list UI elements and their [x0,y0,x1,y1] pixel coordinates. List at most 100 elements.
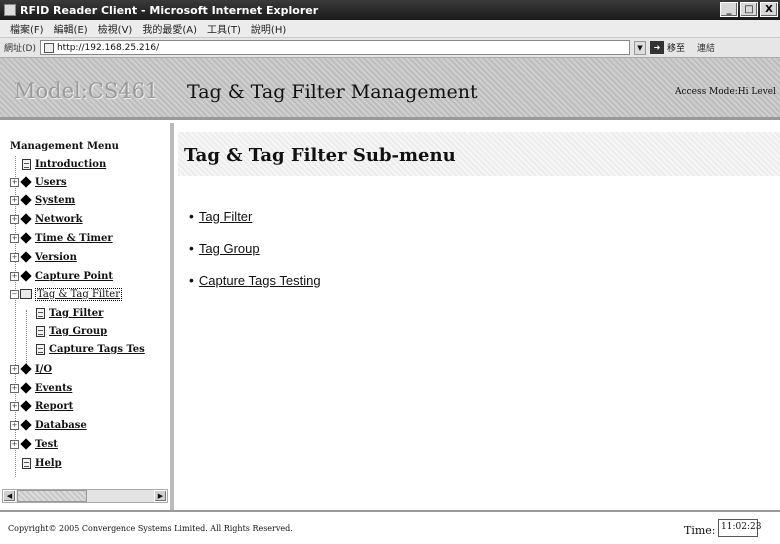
sidebar-item-users[interactable]: + Users [10,174,67,190]
browser-menubar: 檔案(F) 編輯(E) 檢視(V) 我的最愛(A) 工具(T) 說明(H) [0,20,780,38]
diamond-icon [20,213,32,225]
sidebar-item-label[interactable]: Capture Point [35,271,113,282]
expand-icon[interactable]: + [10,420,19,430]
expand-icon[interactable]: + [10,401,19,411]
sidebar-item-label[interactable]: Tag Filter [49,308,103,319]
diamond-icon [20,251,32,263]
sidebar-item-label[interactable]: Introduction [35,159,106,170]
address-bar: 網址(D) http://192.168.25.216/ ▼ ➜ 移至 連結 [0,38,780,58]
folder-open-icon [20,289,32,299]
sidebar-item-tag-filter[interactable]: Tag Filter [36,305,103,321]
main-content: Tag & Tag Filter Sub-menu • Tag Filter •… [178,123,780,510]
model-label: Model:CS461 [14,79,159,103]
menu-view[interactable]: 檢視(V) [98,21,133,36]
scroll-right-icon[interactable]: ▶ [154,490,167,502]
sidebar-item-label[interactable]: Test [35,439,58,450]
address-input[interactable]: http://192.168.25.216/ [39,40,630,55]
expand-icon[interactable]: + [10,383,19,393]
maximize-button[interactable]: □ [740,2,758,17]
capture-tags-testing-link[interactable]: Capture Tags Testing [199,273,321,288]
sidebar-item-introduction[interactable]: Introduction [22,156,106,172]
page-header: Model:CS461 Tag & Tag Filter Management … [0,58,780,120]
go-arrow-icon: ➜ [649,41,664,54]
expand-icon[interactable]: + [10,439,19,449]
minimize-button[interactable]: _ [720,2,738,17]
tag-group-link[interactable]: Tag Group [199,241,260,256]
page-footer: Copyright© 2005 Convergence Systems Limi… [0,510,780,544]
sidebar-item-label[interactable]: Version [35,252,77,263]
time-label: Time: [684,524,716,537]
menu-edit[interactable]: 編輯(E) [54,21,88,36]
sidebar-item-label[interactable]: I/O [35,364,52,375]
sidebar-item-system[interactable]: + System [10,192,75,208]
expand-icon[interactable]: + [10,233,19,243]
sidebar-horizontal-scrollbar[interactable]: ◀ ▶ [2,489,168,503]
diamond-icon [20,232,32,244]
document-icon [36,343,45,355]
sidebar-item-io[interactable]: + I/O [10,361,52,377]
sidebar-item-network[interactable]: + Network [10,211,83,227]
access-mode-label: Access Mode:Hi Level [675,87,776,97]
tag-filter-link[interactable]: Tag Filter [199,209,252,224]
window-title: RFID Reader Client - Microsoft Internet … [20,3,319,17]
sidebar-item-version[interactable]: + Version [10,249,77,265]
expand-icon[interactable]: + [10,271,19,281]
document-icon [22,158,31,170]
sidebar-item-events[interactable]: + Events [10,380,72,396]
document-icon [36,325,45,337]
address-dropdown-icon[interactable]: ▼ [633,40,646,55]
sidebar-item-test[interactable]: + Test [10,436,58,452]
expand-icon[interactable]: + [10,252,19,262]
sidebar-item-database[interactable]: + Database [10,417,87,433]
menu-favorites[interactable]: 我的最愛(A) [142,21,197,36]
menu-file[interactable]: 檔案(F) [10,21,44,36]
list-item: • Capture Tags Testing [189,264,321,296]
sidebar-item-time-timer[interactable]: + Time & Timer [10,230,113,246]
scroll-left-icon[interactable]: ◀ [3,490,16,502]
diamond-icon [20,270,32,282]
diamond-icon [20,194,32,206]
diamond-icon [20,438,32,450]
sidebar-item-help[interactable]: Help [22,455,62,471]
sidebar-item-label[interactable]: Time & Timer [35,233,113,244]
menu-tools[interactable]: 工具(T) [207,21,241,36]
expand-icon[interactable]: + [10,195,19,205]
diamond-icon [20,382,32,394]
go-button[interactable]: ➜ 移至 [649,41,685,54]
sidebar-item-report[interactable]: + Report [10,398,73,414]
go-label: 移至 [666,44,685,54]
sidebar-item-tag-group[interactable]: Tag Group [36,323,107,339]
links-button[interactable]: 連結 [697,41,715,54]
diamond-icon [20,363,32,375]
collapse-icon[interactable]: − [10,289,19,299]
expand-icon[interactable]: + [10,177,19,187]
sidebar-item-label[interactable]: Database [35,420,87,431]
sidebar-item-label[interactable]: Network [35,214,83,225]
scrollbar-thumb[interactable] [17,490,87,502]
sidebar-item-capture-point[interactable]: + Capture Point [10,268,113,284]
ie-icon [4,4,16,16]
sidebar-item-capture-tags-testing[interactable]: Capture Tags Tes [36,341,145,357]
sidebar-item-label[interactable]: Help [35,458,62,469]
bullet-icon: • [189,240,194,256]
sidebar-item-label[interactable]: Tag & Tag Filter [35,287,123,301]
page-title: Tag & Tag Filter Management [187,81,478,103]
sidebar-item-label[interactable]: Users [35,177,67,188]
menu-help[interactable]: 說明(H) [251,21,286,36]
sidebar-item-label[interactable]: System [35,195,75,206]
sidebar-heading: Management Menu [10,141,119,152]
subtitle-bar: Tag & Tag Filter Sub-menu [178,132,780,176]
expand-icon[interactable]: + [10,364,19,374]
address-url[interactable]: http://192.168.25.216/ [57,43,159,53]
close-button[interactable]: X [760,2,778,17]
sidebar-item-label[interactable]: Events [35,383,72,394]
sidebar-item-label[interactable]: Report [35,401,73,412]
sidebar-item-tag-tag-filter[interactable]: − Tag & Tag Filter [10,286,123,302]
diamond-icon [20,419,32,431]
expand-icon[interactable]: + [10,214,19,224]
list-item: • Tag Filter [189,200,321,232]
window-titlebar[interactable]: RFID Reader Client - Microsoft Internet … [0,0,780,20]
sidebar: Management Menu Introduction + Users + S… [0,123,174,510]
sidebar-item-label[interactable]: Tag Group [49,326,107,337]
sidebar-item-label[interactable]: Capture Tags Tes [49,344,145,355]
